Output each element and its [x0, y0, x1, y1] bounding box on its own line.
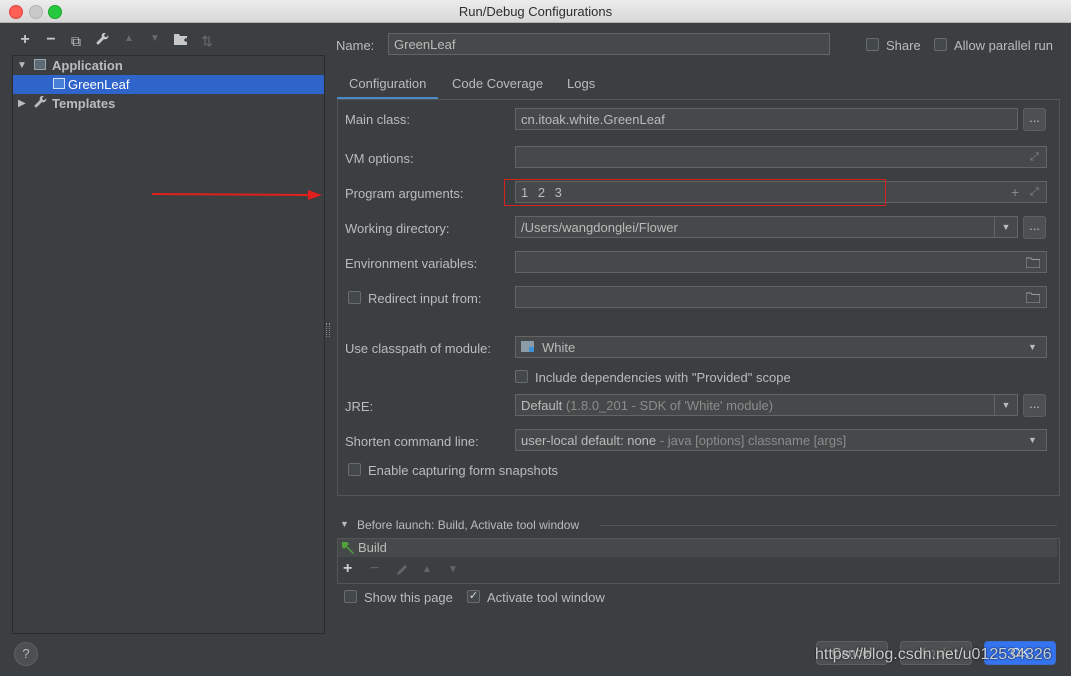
allow-parallel-checkbox[interactable]: [934, 38, 947, 51]
main-class-browse-button[interactable]: ...: [1023, 108, 1046, 131]
move-task-up-icon[interactable]: ▲: [422, 564, 432, 575]
working-directory-label: Working directory:: [345, 221, 450, 236]
activate-tool-window-checkbox[interactable]: ✓: [467, 590, 480, 603]
new-folder-icon[interactable]: [172, 33, 190, 49]
show-this-page-checkbox[interactable]: [344, 590, 357, 603]
redirect-input-field[interactable]: [515, 286, 1047, 308]
shorten-command-line-select[interactable]: user-local default: none - java [options…: [515, 429, 1047, 451]
splitter-handle[interactable]: [326, 323, 330, 337]
chevron-down-icon[interactable]: ▼: [1028, 336, 1037, 358]
sort-icon[interactable]: ⇅: [198, 33, 216, 50]
chevron-down-icon[interactable]: ▼: [994, 394, 1017, 416]
highlight-box: [504, 179, 886, 206]
shorten-detail: - java [options] classname [args]: [659, 433, 847, 448]
watermark: https://blog.csdn.net/u012534326: [815, 646, 1052, 663]
name-label: Name:: [336, 38, 375, 53]
show-this-page-label: Show this page: [364, 590, 453, 605]
expand-arrow-icon[interactable]: ▼: [17, 56, 27, 75]
move-down-icon[interactable]: ▼: [146, 33, 164, 44]
add-configuration-icon[interactable]: +: [16, 31, 34, 49]
folder-icon[interactable]: [1025, 291, 1041, 306]
folder-icon[interactable]: [1025, 256, 1041, 271]
move-task-down-icon[interactable]: ▼: [448, 564, 458, 575]
allow-parallel-label: Allow parallel run: [954, 38, 1053, 53]
activate-tool-window-label: Activate tool window: [487, 590, 605, 605]
collapse-arrow-icon[interactable]: ▶: [18, 94, 26, 113]
working-directory-browse-button[interactable]: ...: [1023, 216, 1046, 239]
working-directory-input[interactable]: /Users/wangdonglei/Flower: [515, 216, 1018, 238]
vm-options-input[interactable]: [515, 146, 1047, 168]
chevron-down-icon[interactable]: ▼: [994, 216, 1017, 238]
list-item[interactable]: Build: [338, 539, 1057, 557]
include-dependencies-checkbox[interactable]: [515, 370, 528, 383]
before-launch-title: Before launch: Build, Activate tool wind…: [357, 518, 580, 532]
module-icon: [521, 341, 534, 352]
help-button[interactable]: ?: [14, 642, 38, 666]
classpath-module-label: Use classpath of module:: [345, 341, 491, 356]
add-task-icon[interactable]: +: [343, 560, 352, 578]
jre-browse-button[interactable]: ...: [1023, 394, 1046, 417]
copy-configuration-icon[interactable]: ⧉: [67, 33, 85, 50]
environment-variables-label: Environment variables:: [345, 256, 478, 271]
redirect-input-label: Redirect input from:: [368, 291, 482, 306]
tree-item-label: Application: [52, 58, 123, 73]
tree-item-application[interactable]: ▼ Application: [13, 56, 324, 75]
hammer-icon: [340, 540, 356, 557]
share-checkbox[interactable]: [866, 38, 879, 51]
tree-item-templates[interactable]: ▶ Templates: [13, 94, 324, 113]
shorten-command-line-label: Shorten command line:: [345, 434, 479, 449]
expand-icon[interactable]: ⤢: [1030, 151, 1039, 164]
config-icon: [53, 78, 65, 89]
add-macro-icon[interactable]: +: [1011, 184, 1019, 200]
vm-options-label: VM options:: [345, 151, 414, 166]
program-arguments-label: Program arguments:: [345, 186, 464, 201]
edit-defaults-icon[interactable]: [94, 32, 112, 50]
collapse-before-launch-icon[interactable]: ▼: [340, 519, 349, 529]
remove-task-icon[interactable]: −: [370, 560, 379, 578]
separator: [600, 525, 1057, 526]
chevron-down-icon[interactable]: ▼: [1028, 429, 1037, 451]
title-bar: Run/Debug Configurations: [0, 0, 1071, 23]
shorten-value: user-local default: none: [521, 433, 657, 448]
edit-task-icon[interactable]: [396, 563, 409, 579]
tab-logs[interactable]: Logs: [567, 76, 595, 91]
form-snapshots-checkbox[interactable]: [348, 463, 361, 476]
form-snapshots-label: Enable capturing form snapshots: [368, 463, 559, 478]
include-dependencies-label: Include dependencies with "Provided" sco…: [535, 370, 791, 385]
share-label: Share: [886, 38, 921, 53]
jre-select[interactable]: Default (1.8.0_201 - SDK of 'White' modu…: [515, 394, 1018, 416]
configuration-tree[interactable]: ▼ Application GreenLeaf ▶ Templates: [12, 55, 325, 634]
tree-item-greenleaf[interactable]: GreenLeaf: [13, 75, 324, 94]
wrench-icon: [34, 95, 48, 115]
expand-icon[interactable]: ⤢: [1030, 186, 1039, 199]
tab-configuration[interactable]: Configuration: [337, 66, 438, 100]
redirect-input-checkbox[interactable]: [348, 291, 361, 304]
tree-item-label: Templates: [52, 96, 116, 111]
application-icon: [34, 59, 46, 70]
jre-label: JRE:: [345, 399, 374, 414]
main-class-input[interactable]: cn.itoak.white.GreenLeaf: [515, 108, 1018, 130]
tab-code-coverage[interactable]: Code Coverage: [452, 76, 543, 91]
main-class-label: Main class:: [345, 112, 411, 127]
tab-label: Configuration: [349, 76, 427, 91]
tree-item-label: GreenLeaf: [68, 77, 130, 92]
jre-value: Default: [521, 398, 563, 413]
window-title: Run/Debug Configurations: [458, 4, 613, 19]
annotation-arrow: [151, 190, 322, 200]
move-up-icon[interactable]: ▲: [120, 33, 138, 44]
classpath-module-select[interactable]: White: [515, 336, 1047, 358]
name-input[interactable]: GreenLeaf: [388, 33, 830, 55]
environment-variables-input[interactable]: [515, 251, 1047, 273]
jre-detail: (1.8.0_201 - SDK of 'White' module): [565, 398, 774, 413]
list-item-label: Build: [358, 540, 387, 555]
remove-configuration-icon[interactable]: −: [42, 31, 60, 49]
